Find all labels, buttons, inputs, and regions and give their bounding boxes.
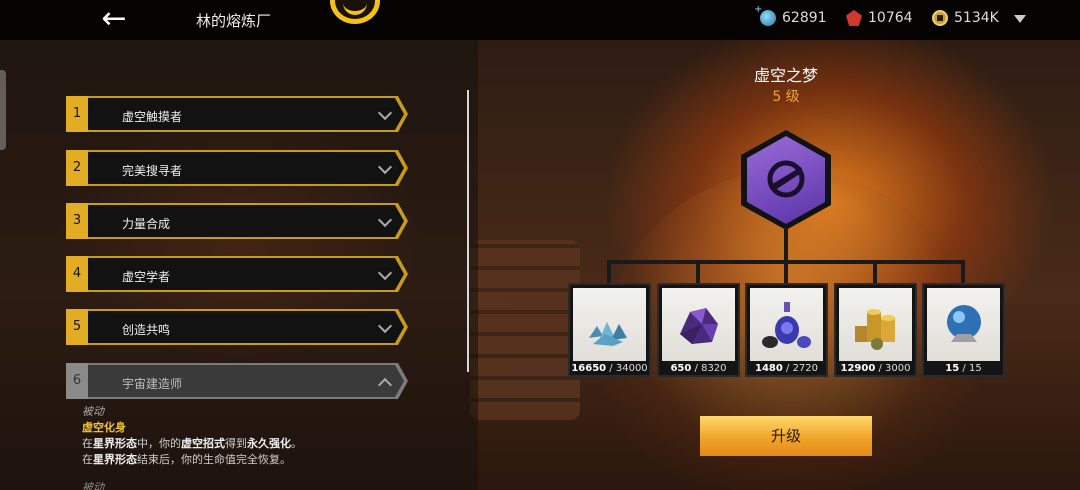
chevron-down-icon	[378, 267, 392, 281]
skill-row-body: 创造共鸣	[88, 311, 404, 343]
material-card-1[interactable]: 16650 / 34000	[568, 283, 651, 377]
currency-dropdown-button[interactable]	[1012, 12, 1028, 26]
skill-row-body: 力量合成	[88, 205, 404, 237]
void-dagger-icon	[747, 136, 825, 224]
material-count: 650 / 8320	[670, 363, 727, 374]
emblem-icon	[330, 0, 380, 24]
tree-connector-drop	[607, 260, 611, 284]
skill-row-body: 虚空触摸者	[88, 98, 404, 130]
back-button[interactable]: ←	[94, 4, 134, 36]
skill-label: 完美搜寻者	[122, 164, 183, 178]
top-bar: ← 林的熔炼厂 + 62891 10764 5134K	[0, 0, 1080, 40]
side-drawer-handle[interactable]	[0, 70, 6, 150]
currency-crystal-value: 10764	[868, 10, 913, 26]
material-image	[927, 288, 1000, 361]
tree-connector-drop	[784, 260, 788, 284]
skill-number: 1	[66, 96, 88, 132]
currency-crystal: 10764	[846, 10, 913, 26]
skill-label: 宇宙建造师	[122, 377, 183, 391]
material-count: 12900 / 3000	[840, 363, 911, 374]
blue-crystal-shards-icon	[589, 322, 627, 346]
skill-row-body: 完美搜寻者	[88, 152, 404, 184]
tree-connector-drop	[873, 260, 877, 284]
material-image	[573, 288, 646, 361]
desc-line-1: 在星界形态中，你的虚空招式得到永久强化。	[82, 437, 302, 450]
chevron-up-icon	[378, 374, 392, 388]
tree-connector-drop	[696, 260, 700, 284]
desc-name: 虚空化身	[82, 421, 126, 434]
material-image	[662, 288, 735, 361]
skill-number: 3	[66, 203, 88, 239]
skill-number: 5	[66, 309, 88, 345]
material-card-5[interactable]: 15 / 15	[922, 283, 1005, 377]
skill-row-3[interactable]: 3 力量合成	[66, 203, 408, 239]
skill-label: 虚空学者	[122, 270, 171, 284]
desc-line-2: 在星界形态结束后，你的生命值完全恢复。	[82, 453, 291, 466]
chevron-down-icon	[378, 214, 392, 228]
material-count: 15 / 15	[945, 363, 982, 374]
skill-label: 力量合成	[122, 217, 171, 231]
currency-swirl-value: 62891	[782, 10, 827, 26]
material-card-2[interactable]: 650 / 8320	[657, 283, 740, 377]
detail-title: 虚空之梦	[753, 66, 818, 85]
skill-row-1[interactable]: 1 虚空触摸者	[66, 96, 408, 132]
skill-number: 4	[66, 256, 88, 292]
material-card-4[interactable]: 12900 / 3000	[834, 283, 917, 377]
tree-connector-vertical	[784, 228, 788, 262]
material-count: 16650 / 34000	[571, 363, 648, 374]
skill-row-body: 宇宙建造师	[88, 365, 404, 397]
purple-ore-icon	[680, 308, 718, 344]
chevron-down-icon	[378, 320, 392, 334]
tree-connector-drop	[961, 260, 965, 284]
chevron-down-icon	[378, 161, 392, 175]
background-barrels	[470, 240, 580, 420]
currency-swirl: + 62891	[754, 4, 827, 26]
chevron-down-icon	[378, 107, 392, 121]
gold-coin-icon	[932, 10, 948, 26]
currency-coin-value: 5134K	[954, 10, 999, 26]
upgrade-button[interactable]: 升级	[700, 416, 872, 456]
desc-type: 被动	[82, 405, 104, 418]
skill-label: 创造共鸣	[122, 323, 171, 337]
skill-label: 虚空触摸者	[122, 110, 183, 124]
detail-level: 5 级	[772, 89, 800, 105]
desc-type-2: 被动	[82, 481, 104, 490]
skill-row-2[interactable]: 2 完美搜寻者	[66, 150, 408, 186]
material-image	[839, 288, 912, 361]
material-count: 1480 / 2720	[754, 363, 819, 374]
material-image	[750, 288, 823, 361]
skill-description: 被动 虚空化身 在星界形态中，你的虚空招式得到永久强化。 在星界形态结束后，你的…	[82, 404, 402, 490]
skill-number: 6	[66, 363, 88, 399]
skill-row-body: 虚空学者	[88, 258, 404, 290]
potion-bottles-icon	[762, 302, 811, 348]
blue-orb-icon	[947, 305, 981, 342]
currency-coin: 5134K	[932, 10, 999, 26]
skill-row-6[interactable]: 6 宇宙建造师	[66, 363, 408, 399]
skill-list-scrollbar[interactable]	[467, 90, 469, 372]
skill-row-4[interactable]: 4 虚空学者	[66, 256, 408, 292]
arrow-left-icon: ←	[101, 1, 127, 36]
page-title: 林的熔炼厂	[196, 12, 272, 30]
swirl-gem-icon: +	[754, 4, 776, 26]
skill-row-5[interactable]: 5 创造共鸣	[66, 309, 408, 345]
skill-number: 2	[66, 150, 88, 186]
material-card-3[interactable]: 1480 / 2720	[745, 283, 828, 377]
gold-coin-stacks-icon	[855, 309, 895, 350]
red-crystal-icon	[846, 10, 862, 26]
